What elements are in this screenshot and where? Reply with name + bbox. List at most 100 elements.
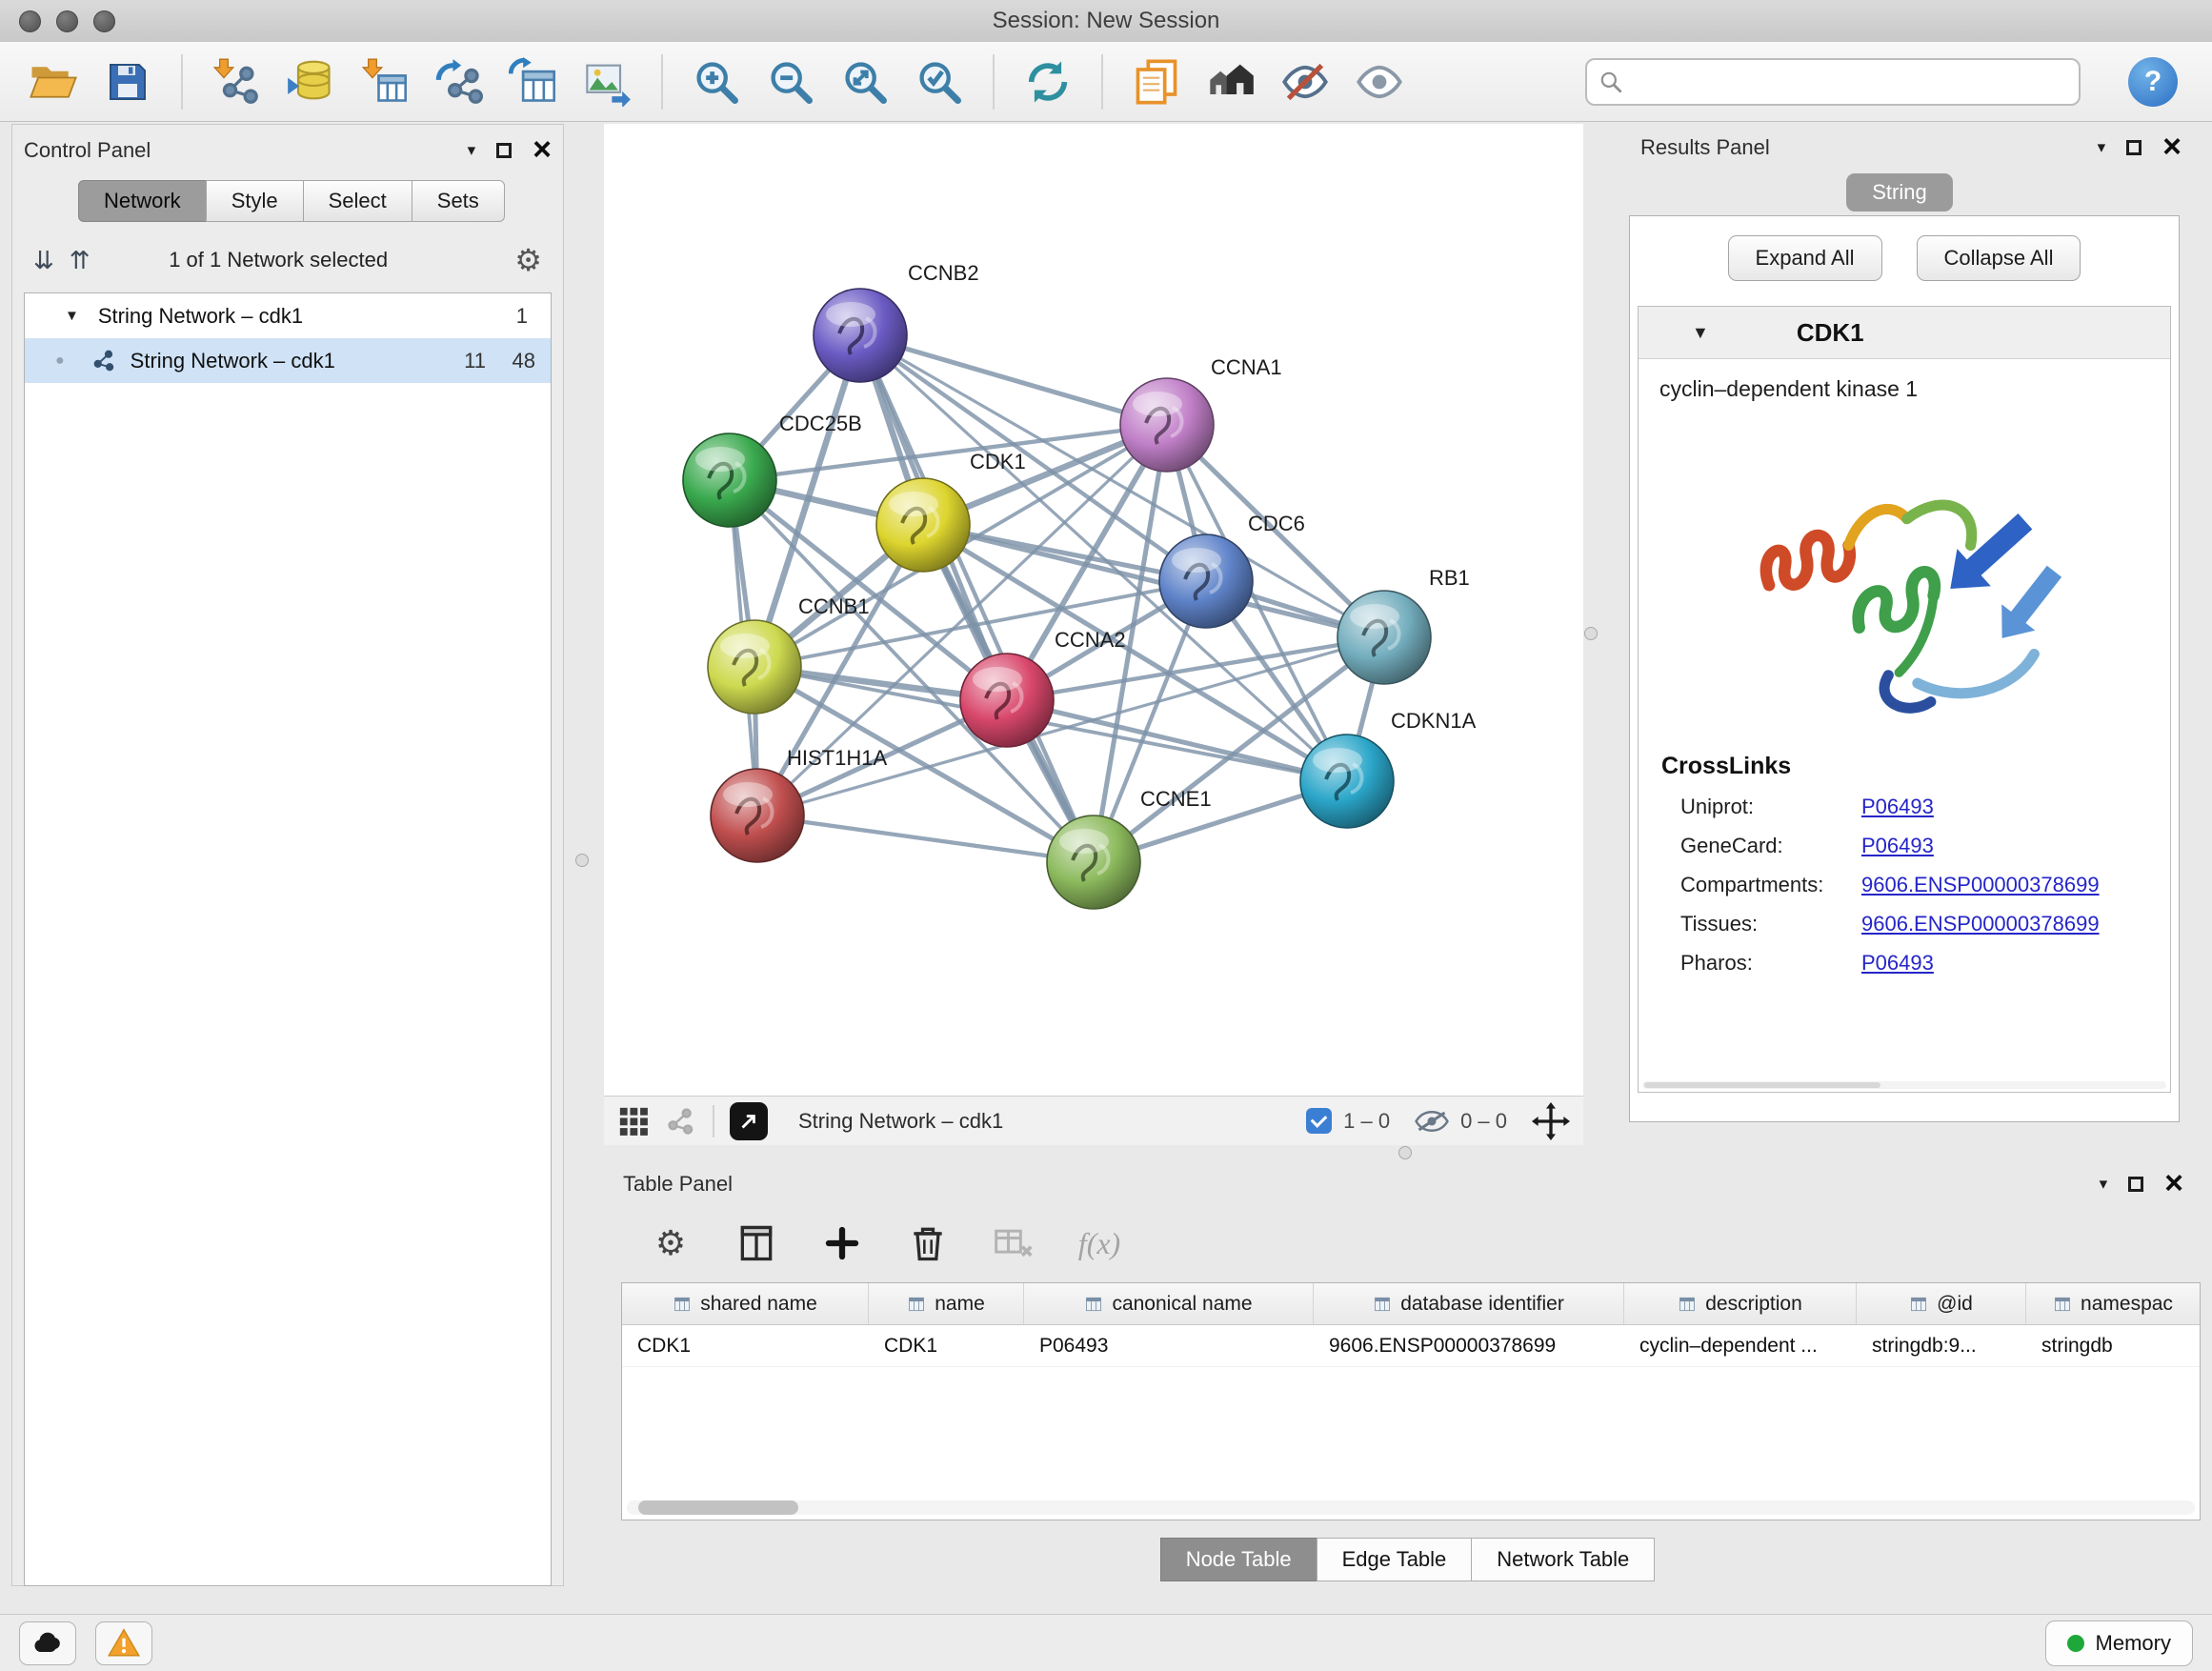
table-settings-button[interactable]: ⚙ [646, 1218, 695, 1268]
tree-expander-icon[interactable]: ▼ [65, 308, 79, 324]
column-header[interactable]: database identifier [1314, 1283, 1624, 1324]
pan-crosshair-icon[interactable] [1532, 1102, 1570, 1140]
tab-sets[interactable]: Sets [412, 180, 505, 222]
panel-close-icon[interactable]: × [2164, 1171, 2183, 1197]
left-splitter-handle[interactable] [575, 854, 589, 867]
memory-button[interactable]: Memory [2045, 1621, 2193, 1666]
tab-style[interactable]: Style [206, 180, 304, 222]
export-view-button[interactable] [730, 1102, 768, 1140]
refresh-view-button[interactable] [1016, 50, 1080, 114]
network-row[interactable]: ● String Network – cdk1 11 48 [25, 338, 551, 383]
copy-button[interactable] [1124, 50, 1189, 114]
search-input[interactable] [1633, 69, 2067, 95]
network-canvas[interactable]: CCNB2CCNA1CDC25BCDK1CDC6RB1CCNB1CCNA2CDK… [604, 124, 1583, 1096]
show-columns-button[interactable] [732, 1218, 781, 1268]
zoom-in-button[interactable] [684, 50, 749, 114]
panel-float-icon[interactable] [2128, 1177, 2143, 1192]
table-horizontal-scrollbar[interactable] [627, 1500, 2195, 1515]
network-options-gear-icon[interactable]: ⚙ [514, 245, 542, 275]
network-edge[interactable] [860, 335, 1167, 425]
hidden-eye-slash-icon [1415, 1110, 1449, 1133]
tab-network-table[interactable]: Network Table [1471, 1538, 1655, 1581]
warnings-button[interactable] [95, 1621, 152, 1665]
show-all-button[interactable] [1347, 50, 1412, 114]
export-image-button[interactable] [575, 50, 640, 114]
panel-menu-icon[interactable]: ▾ [468, 141, 476, 160]
zoom-window-button[interactable] [93, 10, 115, 32]
bottom-splitter-handle[interactable] [1398, 1146, 1412, 1159]
tab-edge-table[interactable]: Edge Table [1317, 1538, 1473, 1581]
tab-node-table[interactable]: Node Table [1160, 1538, 1317, 1581]
crosslink-link[interactable]: P06493 [1861, 834, 1934, 858]
panel-menu-icon[interactable]: ▾ [2100, 1175, 2108, 1194]
selected-nodes-checkbox-icon[interactable] [1306, 1108, 1332, 1134]
new-network-button[interactable] [427, 50, 492, 114]
expand-all-button[interactable]: Expand All [1728, 235, 1882, 281]
minimize-window-button[interactable] [56, 10, 78, 32]
hide-selected-button[interactable] [1273, 50, 1337, 114]
network-node-CCNE1[interactable]: CCNE1 [1047, 787, 1212, 909]
help-button[interactable]: ? [2128, 57, 2178, 107]
column-header[interactable]: shared name [622, 1283, 869, 1324]
table-scrollbar-thumb[interactable] [638, 1500, 798, 1515]
collapse-all-button[interactable]: Collapse All [1917, 235, 2081, 281]
import-network-database-button[interactable] [278, 50, 343, 114]
search-field[interactable] [1585, 58, 2081, 106]
function-builder-button[interactable]: f(x) [1075, 1218, 1124, 1268]
panel-menu-icon[interactable]: ▾ [2098, 138, 2106, 157]
network-collection-row[interactable]: ▼ String Network – cdk1 1 [25, 293, 551, 338]
gene-section-header[interactable]: ▼ CDK1 [1639, 307, 2170, 359]
expand-all-networks-icon[interactable]: ⇊ [33, 246, 54, 275]
column-header[interactable]: canonical name [1024, 1283, 1314, 1324]
network-edge[interactable] [860, 335, 1094, 862]
results-scrollbar-thumb[interactable] [1644, 1082, 1880, 1088]
collapse-all-networks-icon[interactable]: ⇈ [70, 246, 90, 275]
control-panel-tabs: Network Style Select Sets [79, 180, 552, 222]
panel-close-icon[interactable]: × [533, 137, 552, 163]
tab-network[interactable]: Network [78, 180, 207, 222]
network-node-CDK1[interactable]: CDK1 [876, 450, 1026, 572]
zoom-fit-button[interactable] [833, 50, 897, 114]
panel-float-icon[interactable] [496, 143, 512, 158]
tab-select[interactable]: Select [303, 180, 412, 222]
delete-column-button[interactable] [903, 1218, 953, 1268]
zoom-out-button[interactable] [758, 50, 823, 114]
birds-eye-view-icon[interactable] [617, 1105, 650, 1137]
table-row[interactable]: CDK1 CDK1 P06493 9606.ENSP00000378699 cy… [622, 1325, 2200, 1367]
create-column-button[interactable] [817, 1218, 867, 1268]
panel-close-icon[interactable]: × [2162, 134, 2182, 160]
column-header[interactable]: description [1624, 1283, 1857, 1324]
tab-string[interactable]: String [1846, 173, 1953, 211]
close-window-button[interactable] [19, 10, 41, 32]
open-session-button[interactable] [21, 50, 86, 114]
delete-table-button[interactable] [989, 1218, 1038, 1268]
panel-float-icon[interactable] [2126, 140, 2142, 155]
network-node-CCNA1[interactable]: CCNA1 [1120, 355, 1282, 472]
new-table-button[interactable] [501, 50, 566, 114]
network-node-CDKN1A[interactable]: CDKN1A [1300, 709, 1477, 828]
cloud-status-button[interactable] [19, 1621, 76, 1665]
column-header[interactable]: namespac [2026, 1283, 2200, 1324]
import-network-file-button[interactable] [204, 50, 269, 114]
save-session-button[interactable] [95, 50, 160, 114]
network-node-CDC25B[interactable]: CDC25B [683, 412, 862, 527]
column-header[interactable]: @id [1857, 1283, 2026, 1324]
crosslink-link[interactable]: 9606.ENSP00000378699 [1861, 873, 2100, 897]
network-share-icon[interactable] [665, 1105, 697, 1137]
column-header[interactable]: name [869, 1283, 1024, 1324]
section-collapse-icon[interactable]: ▼ [1692, 323, 1709, 343]
network-node-HIST1H1A[interactable]: HIST1H1A [711, 746, 887, 862]
right-splitter-handle[interactable] [1584, 627, 1598, 640]
network-node-RB1[interactable]: RB1 [1337, 566, 1470, 684]
columns-icon [735, 1222, 777, 1264]
crosslink-row: Tissues: 9606.ENSP00000378699 [1680, 912, 2170, 936]
network-node-CCNB1[interactable]: CCNB1 [708, 594, 870, 714]
network-edge[interactable] [757, 815, 1094, 862]
home-button[interactable] [1198, 50, 1263, 114]
zoom-selected-button[interactable] [907, 50, 972, 114]
import-table-file-button[interactable] [352, 50, 417, 114]
results-scrollbar[interactable] [1642, 1081, 2166, 1089]
crosslink-link[interactable]: P06493 [1861, 951, 1934, 976]
crosslink-link[interactable]: 9606.ENSP00000378699 [1861, 912, 2100, 936]
crosslink-link[interactable]: P06493 [1861, 795, 1934, 819]
